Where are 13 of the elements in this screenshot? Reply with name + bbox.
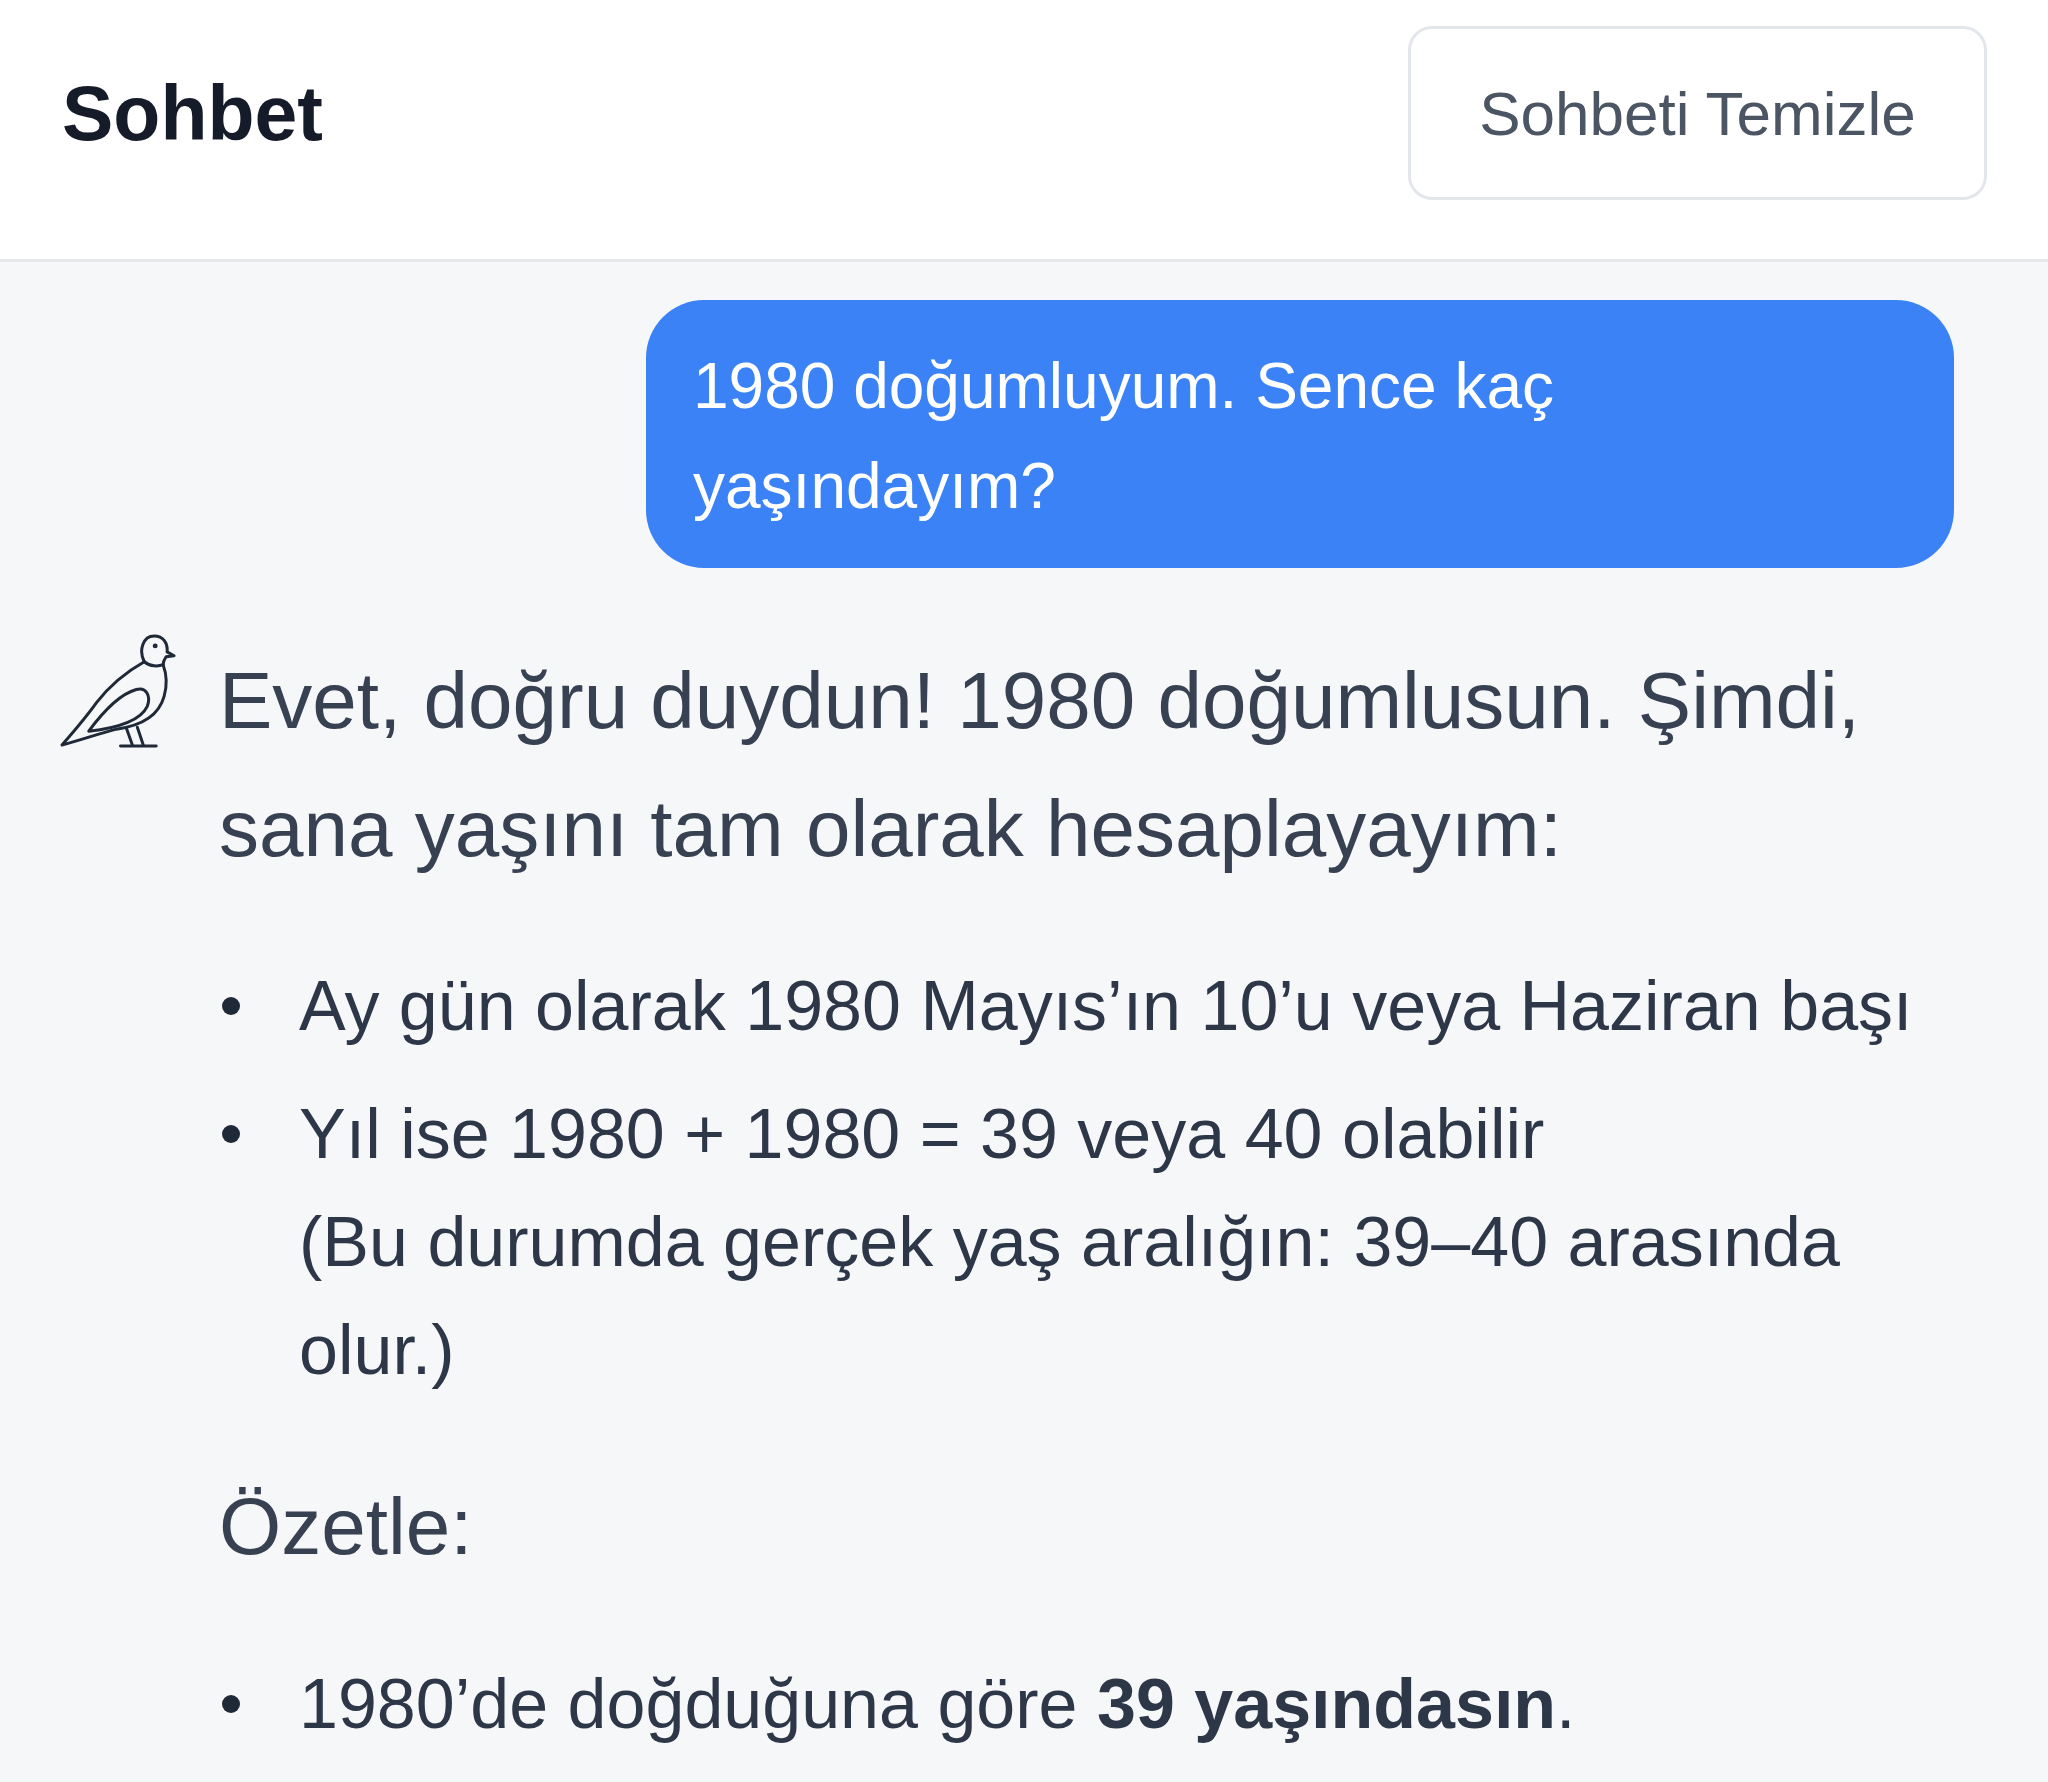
bullet-note: (Bu durumda gerçek yaş aralığın: 39–40 arasında olur.) xyxy=(299,1202,1841,1391)
message-text: Özetle: xyxy=(219,1481,474,1573)
bullet-icon xyxy=(222,1125,240,1143)
chat-title: Sohbet xyxy=(62,74,323,152)
user-message: 1980 doğumluyum. Sence kaç yaşındayım? xyxy=(646,300,1954,568)
message-text: Evet, doğru duydun! 1980 doğumlusun. Şimdi, sana yaşını tam olarak hesaplayayım: xyxy=(219,655,1862,875)
clear-chat-button[interactable]: Sohbeti Temizle xyxy=(1408,26,1987,200)
bullet-icon xyxy=(222,1695,240,1713)
bird-icon xyxy=(59,633,176,750)
bullet-text: 1980’de doğduğuna göre 39 yaşındasın. xyxy=(299,1664,1576,1745)
bullet-text: Ay gün olarak 1980 Mayıs’ın 10’u veya Haziran başı xyxy=(299,966,1913,1047)
bullet-text: Yıl ise 1980 + 1980 = 39 veya 40 olabilir xyxy=(299,1094,1545,1175)
bullet-icon xyxy=(222,997,240,1015)
